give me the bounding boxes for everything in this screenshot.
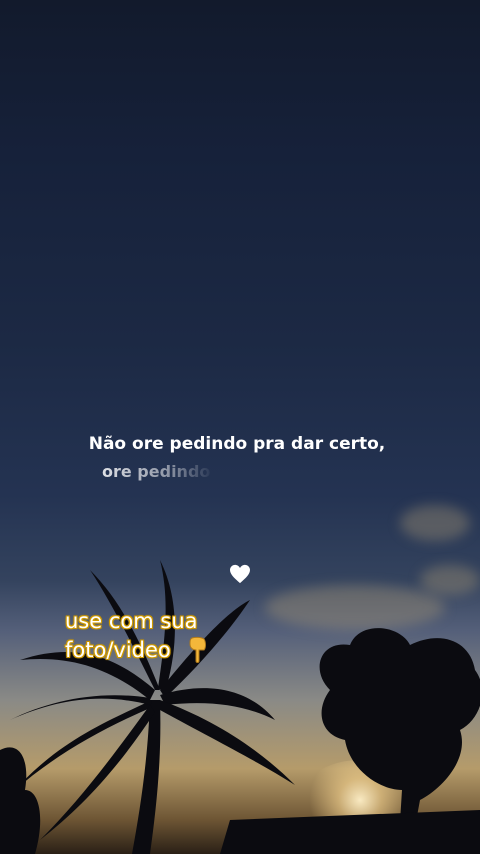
sticker-text: use com sua foto/video xyxy=(62,607,201,665)
silhouettes xyxy=(0,560,480,854)
white-heart-icon xyxy=(230,564,250,584)
sticker-line-2: foto/video xyxy=(65,638,171,662)
caption-line-2: ore pedindo xyxy=(102,462,211,481)
photo-scene: Não ore pedindo pra dar certo, ore pedin… xyxy=(0,0,480,854)
sticker-line-1: use com sua xyxy=(65,609,198,633)
caption-line-1: Não ore pedindo pra dar certo, xyxy=(88,434,386,454)
pointing-down-hand-icon xyxy=(189,636,206,663)
